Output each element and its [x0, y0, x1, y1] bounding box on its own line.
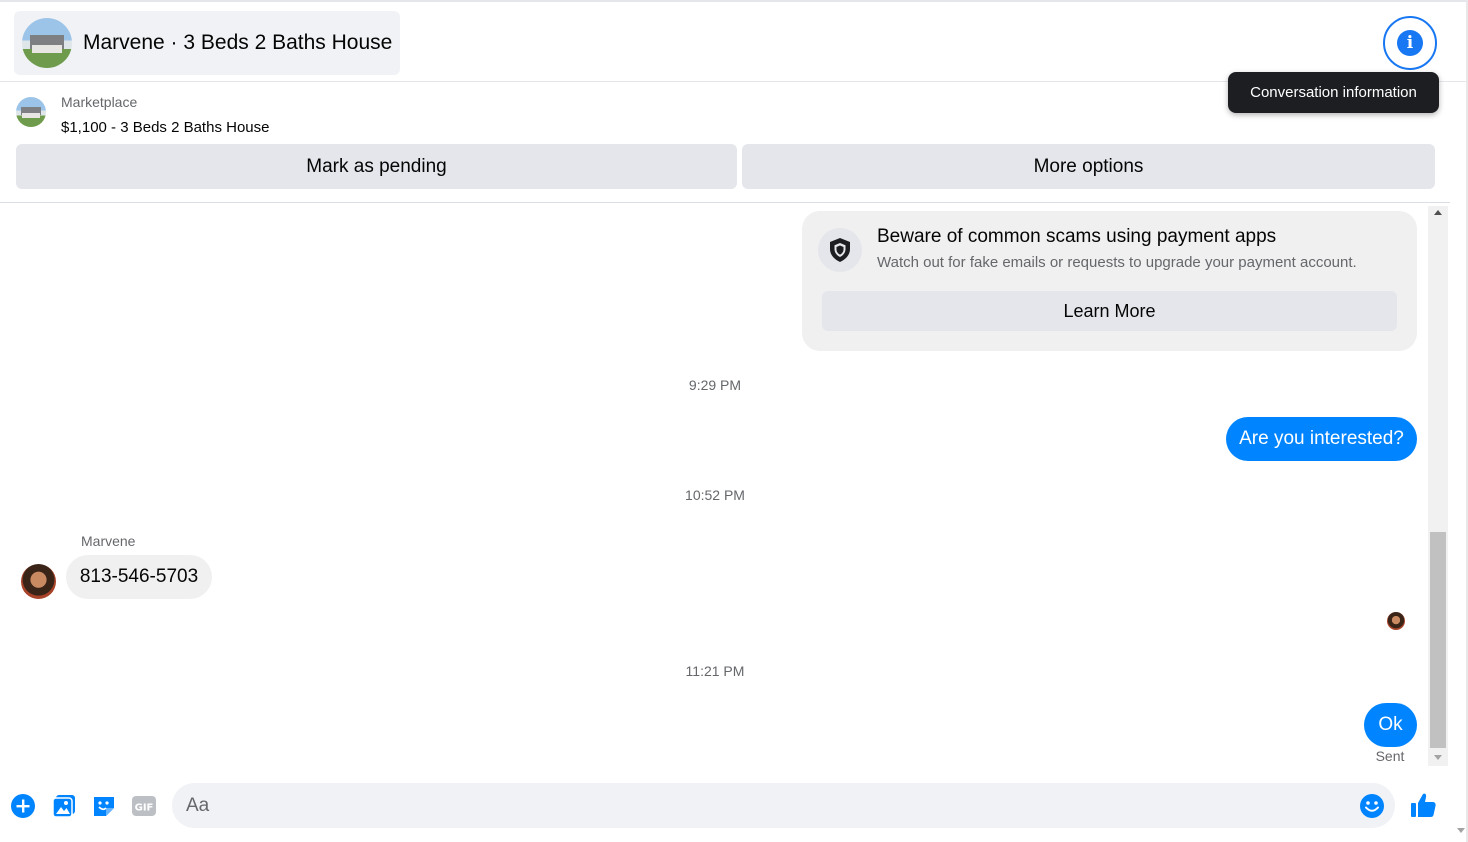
svg-text:GIF: GIF [135, 803, 154, 814]
emoji-icon[interactable] [1359, 793, 1385, 819]
shield-icon [818, 228, 862, 272]
conversation-header: Marvene · 3 Beds 2 Baths House i [0, 0, 1468, 82]
sender-avatar[interactable] [21, 564, 56, 599]
message-status: Sent [1375, 748, 1405, 764]
outgoing-message-bubble[interactable]: Ok [1364, 703, 1417, 747]
scam-warning-description: Watch out for fake emails or requests to… [877, 254, 1357, 271]
sticker-icon[interactable] [91, 793, 117, 819]
message-input[interactable] [172, 783, 1342, 828]
info-icon: i [1397, 30, 1423, 56]
scroll-up-arrow-icon[interactable] [1434, 210, 1442, 215]
gif-icon[interactable]: GIF [131, 793, 157, 819]
read-receipt-avatar [1387, 612, 1405, 630]
conversation-title-button[interactable]: Marvene · 3 Beds 2 Baths House [14, 11, 401, 75]
message-list-scrollbar[interactable] [1428, 206, 1448, 766]
listing-thumbnail[interactable] [16, 97, 46, 127]
scroll-down-arrow-icon[interactable] [1434, 755, 1442, 760]
message-timestamp: 10:52 PM [685, 487, 745, 503]
mark-as-pending-button[interactable]: Mark as pending [16, 144, 737, 189]
listing-title-link[interactable]: $1,100 - 3 Beds 2 Baths House [61, 119, 269, 136]
conversation-info-tooltip: Conversation information [1228, 72, 1439, 113]
thumbs-up-icon[interactable] [1409, 791, 1437, 819]
conversation-info-button[interactable]: i [1383, 16, 1437, 70]
message-composer: GIF [0, 776, 1468, 836]
message-timestamp: 11:21 PM [685, 663, 745, 679]
conversation-title: Marvene · 3 Beds 2 Baths House [83, 31, 393, 54]
message-timestamp: 9:29 PM [688, 377, 742, 393]
plus-circle-icon[interactable] [10, 793, 36, 819]
outgoing-message-bubble[interactable]: Are you interested? [1226, 417, 1417, 461]
scroll-thumb[interactable] [1430, 532, 1446, 748]
sender-name: Marvene [81, 533, 136, 549]
scam-warning-title: Beware of common scams using payment app… [877, 226, 1277, 247]
scam-warning-card: Beware of common scams using payment app… [802, 211, 1417, 351]
incoming-message-bubble[interactable]: 813-546-5703 [66, 555, 212, 599]
learn-more-button[interactable]: Learn More [822, 291, 1397, 331]
marketplace-label: Marketplace [61, 94, 138, 110]
photo-icon[interactable] [51, 793, 77, 819]
message-input-container [172, 783, 1395, 828]
listing-avatar [22, 18, 72, 68]
more-options-button[interactable]: More options [742, 144, 1435, 189]
